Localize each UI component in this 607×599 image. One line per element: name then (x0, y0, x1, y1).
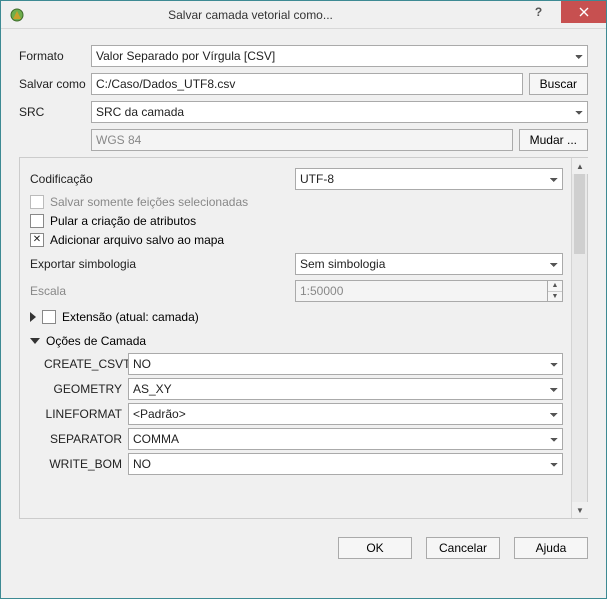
crs-select[interactable]: SRC da camada (91, 101, 588, 123)
panel-scrollbar[interactable]: ▲ ▼ (571, 158, 587, 518)
dialog-buttons: OK Cancelar Ajuda (1, 527, 606, 559)
separator-select[interactable]: COMMA (128, 428, 563, 450)
lineformat-label: LINEFORMAT (44, 407, 128, 421)
help-button[interactable]: Ajuda (514, 537, 588, 559)
scale-down-button[interactable]: ▼ (548, 292, 562, 302)
separator-label: SEPARATOR (44, 432, 128, 446)
extent-checkbox[interactable] (42, 310, 56, 324)
options-panel: Codificação UTF-8 Salvar somente feições… (19, 157, 588, 519)
format-label: Formato (19, 49, 91, 63)
write-bom-select[interactable]: NO (128, 453, 563, 475)
selected-only-checkbox (30, 195, 44, 209)
scroll-down-icon[interactable]: ▼ (572, 502, 588, 518)
skip-attrs-checkbox[interactable] (30, 214, 44, 228)
crs-text (91, 129, 513, 151)
create-csvt-label: CREATE_CSVT (44, 357, 128, 371)
change-crs-button[interactable]: Mudar ... (519, 129, 588, 151)
extent-label: Extensão (atual: camada) (62, 310, 199, 324)
geometry-label: GEOMETRY (44, 382, 128, 396)
scroll-up-icon[interactable]: ▲ (572, 158, 588, 174)
extent-expand-icon[interactable] (30, 312, 36, 322)
export-symbology-label: Exportar simbologia (30, 257, 295, 271)
scale-spinbox[interactable]: ▲ ▼ (295, 280, 563, 302)
saveas-label: Salvar como (19, 77, 91, 91)
window-title: Salvar camada vetorial como... (25, 8, 516, 22)
scroll-thumb[interactable] (574, 174, 585, 254)
add-to-map-checkbox[interactable]: ✕ (30, 233, 44, 247)
format-select[interactable]: Valor Separado por Vírgula [CSV] (91, 45, 588, 67)
lineformat-select[interactable]: <Padrão> (128, 403, 563, 425)
encoding-label: Codificação (30, 172, 295, 186)
encoding-select[interactable]: UTF-8 (295, 168, 563, 190)
ok-button[interactable]: OK (338, 537, 412, 559)
dialog-window: Salvar camada vetorial como... ? Formato… (0, 0, 607, 599)
cancel-button[interactable]: Cancelar (426, 537, 500, 559)
layer-options-grid: CREATE_CSVT NO GEOMETRY AS_XY LINEFORMAT… (44, 353, 563, 475)
symbology-select[interactable]: Sem simbologia (295, 253, 563, 275)
geometry-select[interactable]: AS_XY (128, 378, 563, 400)
scale-label: Escala (30, 284, 295, 298)
layer-options-label: Oções de Camada (46, 334, 146, 348)
skip-attrs-label: Pular a criação de atributos (50, 214, 196, 228)
crs-label: SRC (19, 105, 91, 119)
add-to-map-label: Adicionar arquivo salvo ao mapa (50, 233, 224, 247)
titlebar: Salvar camada vetorial como... ? (1, 1, 606, 29)
app-icon (9, 7, 25, 23)
saveas-input[interactable] (91, 73, 523, 95)
scale-up-button[interactable]: ▲ (548, 281, 562, 292)
create-csvt-select[interactable]: NO (128, 353, 563, 375)
close-button[interactable] (561, 1, 606, 23)
write-bom-label: WRITE_BOM (44, 457, 128, 471)
scale-input (295, 280, 547, 302)
browse-button[interactable]: Buscar (529, 73, 588, 95)
selected-only-label: Salvar somente feições selecionadas (50, 195, 248, 209)
help-titlebar-button[interactable]: ? (516, 1, 561, 23)
layeropts-expand-icon[interactable] (30, 338, 40, 344)
